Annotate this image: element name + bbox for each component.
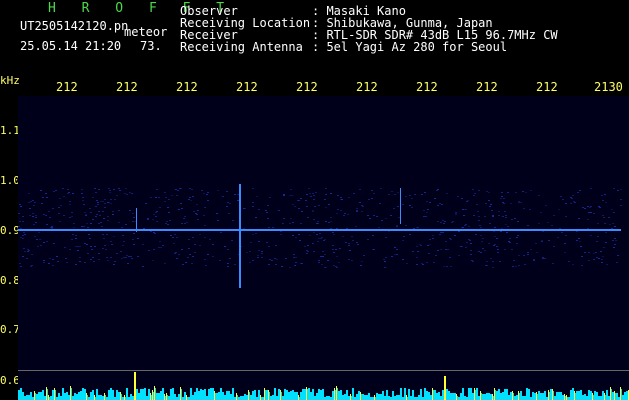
- baseline: [18, 370, 629, 371]
- x-tick-5: 212: [296, 80, 318, 94]
- timestamp-label: 25.05.14 21:20: [20, 39, 122, 53]
- x-tick-9: 212: [536, 80, 558, 94]
- y-tick-0.9: 0.9: [0, 224, 20, 237]
- x-tick-6: 212: [356, 80, 378, 94]
- antenna-value: : 5el Yagi Az 280 for Seoul: [312, 40, 508, 54]
- y-unit-label: kHz: [0, 74, 20, 87]
- x-tick-8: 212: [476, 80, 498, 94]
- y-tick-0.6: 0.6: [0, 374, 20, 387]
- type-label: meteor: [124, 25, 168, 39]
- filename-label: UT2505142120.pn: [20, 19, 129, 33]
- activity-spike-1: [134, 372, 136, 400]
- meteor-streak-1: [239, 184, 241, 288]
- count-label: 73.: [140, 39, 162, 53]
- y-tick-0.7: 0.7: [0, 323, 20, 336]
- y-tick-1.1: 1.1: [0, 124, 20, 137]
- meteor-streak-3: [400, 188, 401, 224]
- x-tick-2: 212: [116, 80, 138, 94]
- activity-spike-2: [444, 376, 446, 400]
- y-tick-0.8: 0.8: [0, 274, 20, 287]
- antenna-label: Receiving Antenna: [180, 40, 303, 54]
- carrier-line: [18, 229, 621, 231]
- x-tick-4: 212: [236, 80, 258, 94]
- spectrogram-canvas: [18, 184, 629, 400]
- x-tick-10: 2130: [594, 80, 623, 94]
- meteor-streak-2: [136, 208, 137, 232]
- spectrogram-plot: [18, 96, 629, 400]
- x-tick-7: 212: [416, 80, 438, 94]
- x-tick-3: 212: [176, 80, 198, 94]
- x-tick-1: 212: [56, 80, 78, 94]
- y-tick-1.0: 1.0: [0, 174, 20, 187]
